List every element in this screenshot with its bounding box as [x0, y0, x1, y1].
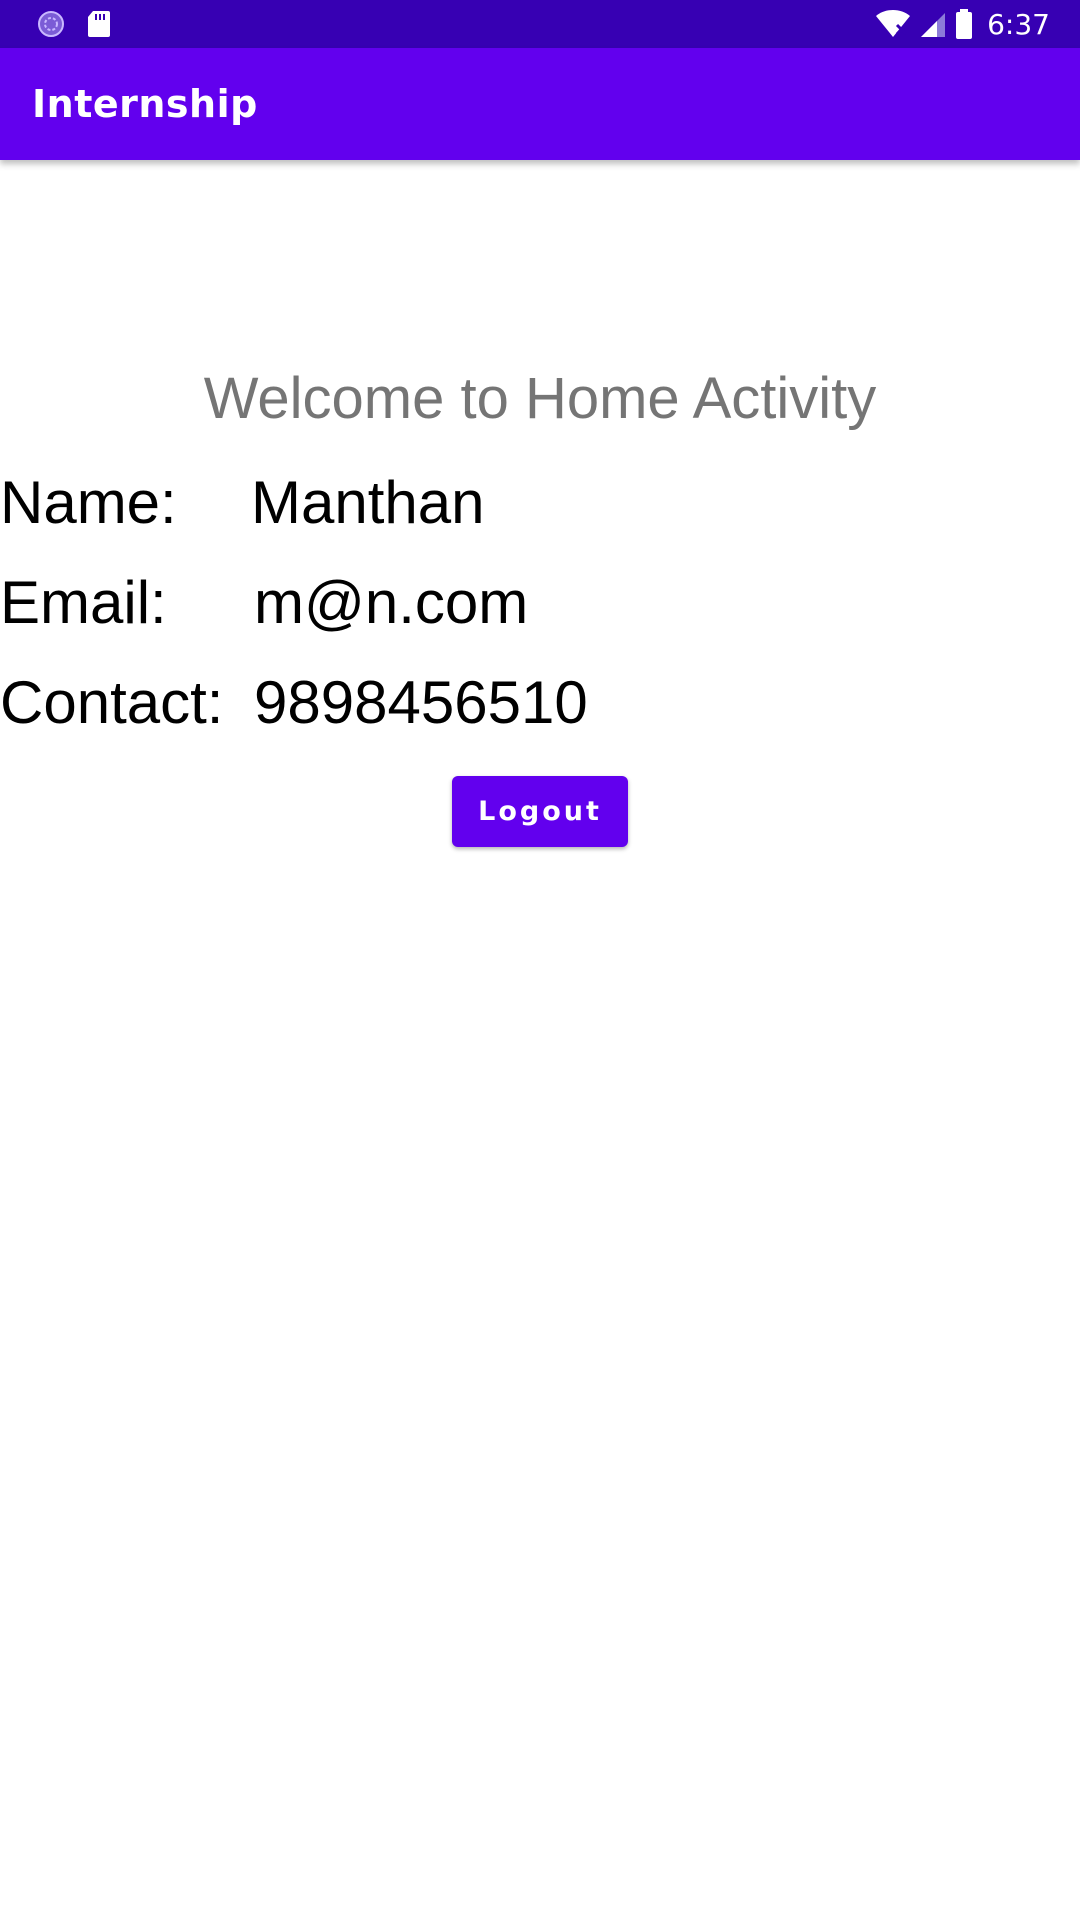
status-left-icons [36, 8, 112, 40]
email-label: Email: [0, 569, 167, 636]
welcome-heading: Welcome to Home Activity [203, 366, 877, 431]
app-bar: Internship [0, 48, 1080, 160]
app-title: Internship [32, 82, 258, 126]
name-value: Manthan [251, 469, 485, 536]
status-bar: 6:37 [0, 0, 1080, 48]
sd-card-icon [86, 9, 112, 39]
logout-button[interactable]: Logout [452, 776, 628, 847]
contact-label: Contact: [0, 669, 224, 736]
status-right-icons: 6:37 [875, 7, 1050, 41]
contact-row: Contact: 9898456510 [0, 668, 1080, 748]
signal-icon [919, 9, 947, 39]
email-value: m@n.com [254, 569, 529, 636]
name-row: Name: Manthan [0, 468, 1080, 548]
name-label: Name: [0, 469, 177, 536]
wifi-off-icon [875, 9, 911, 39]
home-screen: 6:37 Internship Welcome to Home Activity… [0, 0, 1080, 1920]
email-row: Email: m@n.com [0, 568, 1080, 648]
sync-icon [36, 9, 66, 39]
contact-value: 9898456510 [254, 669, 588, 736]
status-time: 6:37 [987, 7, 1050, 41]
battery-icon [955, 9, 973, 39]
